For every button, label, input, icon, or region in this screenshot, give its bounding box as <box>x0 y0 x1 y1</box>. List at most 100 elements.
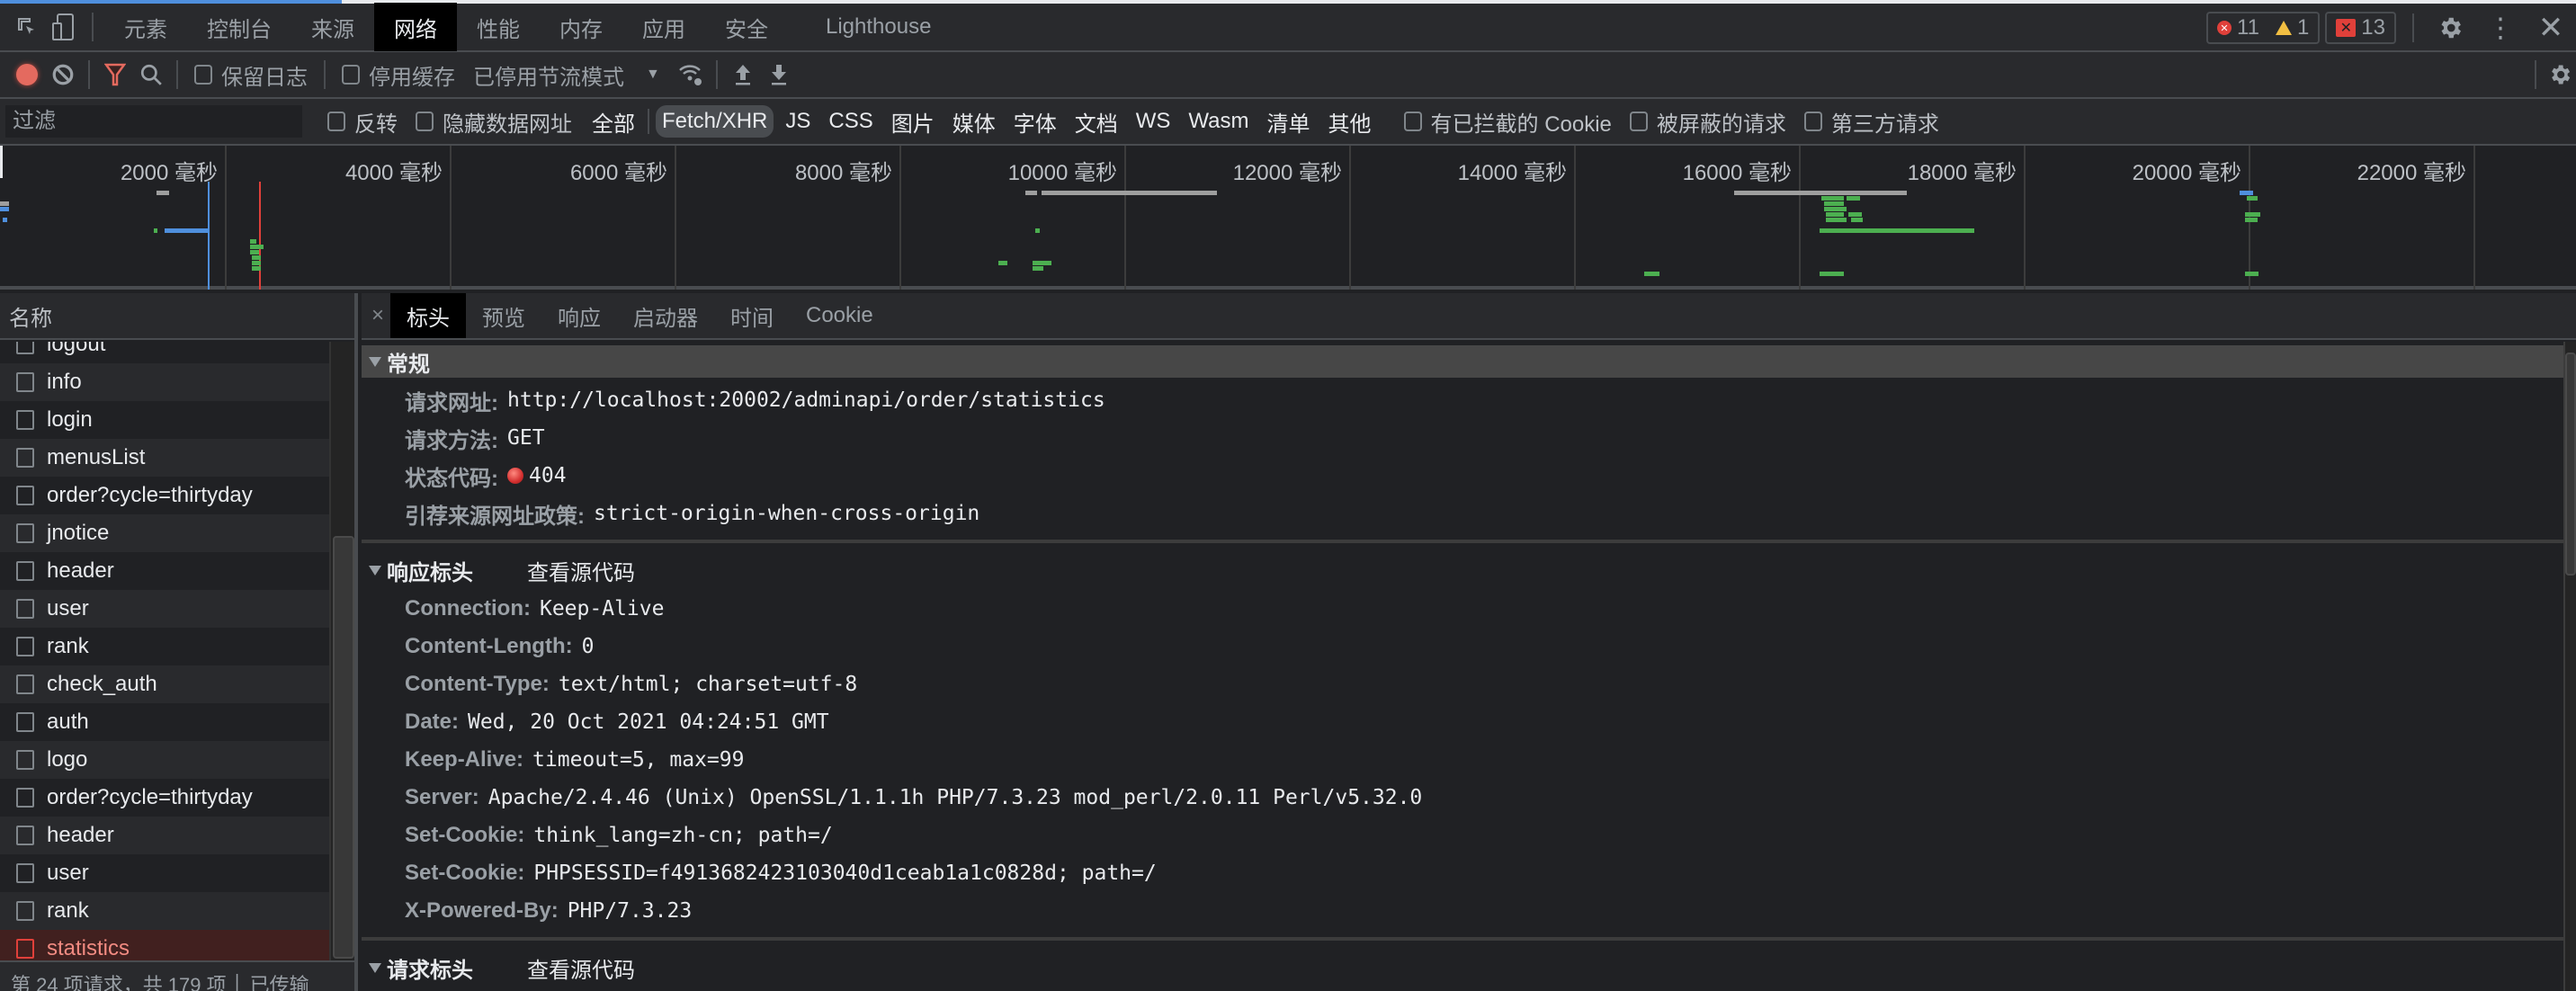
checkbox-box[interactable] <box>194 65 212 85</box>
checkbox-box[interactable] <box>1803 112 1822 131</box>
blocked-cookies-checkbox[interactable]: 有已拦截的 Cookie <box>1403 106 1612 138</box>
network-conditions-button[interactable] <box>673 52 709 97</box>
request-row[interactable]: logout <box>0 342 329 363</box>
timeline-gridline <box>675 146 676 290</box>
type-filter-4[interactable]: 图片 <box>885 103 941 141</box>
details-tab-4[interactable]: 时间 <box>714 293 790 338</box>
details-scrollbar[interactable] <box>2563 342 2576 991</box>
type-filter-8[interactable]: WS <box>1130 105 1177 138</box>
disable-cache-checkbox[interactable]: 停用缓存 <box>342 59 455 91</box>
divider <box>2535 60 2536 89</box>
name-column-header[interactable]: 名称 <box>0 293 354 340</box>
tab-8[interactable]: Lighthouse <box>806 3 951 51</box>
type-filter-2[interactable]: JS <box>779 105 817 138</box>
clear-button[interactable] <box>45 52 81 97</box>
console-errors-warnings-badge[interactable]: ✕ 11 1 <box>2206 12 2321 44</box>
inspect-element-icon[interactable] <box>9 3 45 51</box>
upload-icon <box>735 65 750 85</box>
request-list-scrollbar[interactable] <box>329 342 354 960</box>
request-name: user <box>47 861 89 885</box>
waterfall-bar <box>2 218 7 222</box>
errors-count: 11 <box>2237 15 2259 40</box>
import-har-button[interactable] <box>725 52 761 97</box>
response-header-row: Keep-Alive: timeout=5, max=99 <box>362 741 2563 779</box>
device-toolbar-icon[interactable] <box>45 3 81 51</box>
divider <box>92 13 94 41</box>
request-view-source-link[interactable]: 查看源代码 <box>527 952 635 984</box>
settings-gear-icon[interactable] <box>2425 4 2475 52</box>
scrollbar-thumb[interactable] <box>333 536 354 959</box>
details-tab-2[interactable]: 响应 <box>541 293 617 338</box>
tab-1[interactable]: 控制台 <box>187 3 291 51</box>
close-devtools-icon[interactable]: ✕ <box>2526 4 2576 52</box>
throttling-select[interactable]: 已停用节流模式 <box>473 59 624 91</box>
details-tab-1[interactable]: 预览 <box>466 293 541 338</box>
type-filter-7[interactable]: 文档 <box>1069 103 1124 141</box>
divider <box>648 109 649 134</box>
tab-3[interactable]: 网络 <box>374 3 457 51</box>
tab-0[interactable]: 元素 <box>104 3 187 51</box>
devtools-tab-bar: 元素 控制台 来源 网络 性能 内存 应用 安全 Lighthouse ✕ 11 1 ✕ 13 … <box>0 3 2576 52</box>
checkbox-box[interactable] <box>1403 112 1422 131</box>
record-button[interactable] <box>9 52 45 97</box>
search-button[interactable] <box>133 52 169 97</box>
checkbox-box[interactable] <box>416 112 434 131</box>
response-view-source-link[interactable]: 查看源代码 <box>527 555 635 586</box>
checkbox-box[interactable] <box>327 112 345 131</box>
tab-4[interactable]: 性能 <box>457 3 540 51</box>
response-headers-section-header[interactable]: 响应标头 查看源代码 <box>362 550 2563 590</box>
request-row[interactable]: header <box>0 817 329 854</box>
type-filter-1[interactable]: Fetch/XHR <box>656 105 774 138</box>
request-row[interactable]: rank <box>0 628 329 665</box>
type-filter-11[interactable]: 其他 <box>1322 103 1378 141</box>
general-section-header[interactable]: 常规 <box>362 345 2563 378</box>
request-row[interactable]: user <box>0 854 329 892</box>
request-row[interactable]: logo <box>0 741 329 779</box>
request-row[interactable]: order?cycle=thirtyday <box>0 779 329 817</box>
issues-badge[interactable]: ✕ 13 <box>2325 12 2396 44</box>
close-details-icon[interactable]: × <box>365 303 390 328</box>
tab-6[interactable]: 应用 <box>622 3 705 51</box>
overview-selection-handle[interactable] <box>0 146 3 178</box>
network-overview-timeline[interactable]: 2000 毫秒 4000 毫秒 6000 毫秒 8000 毫秒 10000 毫秒 1200… <box>0 146 2576 290</box>
details-tab-5[interactable]: Cookie <box>790 293 890 338</box>
tab-7[interactable]: 安全 <box>705 3 788 51</box>
invert-checkbox[interactable]: 反转 <box>327 106 398 138</box>
request-row[interactable]: jnotice <box>0 514 329 552</box>
more-options-icon[interactable]: ⋮ <box>2475 4 2526 52</box>
type-filter-0[interactable]: 全部 <box>586 103 641 141</box>
type-filter-6[interactable]: 字体 <box>1007 103 1063 141</box>
request-row[interactable]: info <box>0 363 329 401</box>
request-row[interactable]: login <box>0 401 329 439</box>
filter-toggle-button[interactable] <box>97 52 133 97</box>
type-filter-5[interactable]: 媒体 <box>946 103 1002 141</box>
request-row[interactable]: order?cycle=thirtyday <box>0 477 329 514</box>
request-row[interactable]: statistics <box>0 930 329 960</box>
filter-input[interactable] <box>5 105 302 138</box>
blocked-requests-checkbox[interactable]: 被屏蔽的请求 <box>1629 106 1786 138</box>
request-row[interactable]: auth <box>0 703 329 741</box>
checkbox-box[interactable] <box>342 65 360 85</box>
request-row[interactable]: menusList <box>0 439 329 477</box>
third-party-checkbox[interactable]: 第三方请求 <box>1803 106 1939 138</box>
scrollbar-thumb[interactable] <box>2565 353 2576 576</box>
type-filter-3[interactable]: CSS <box>822 105 879 138</box>
tab-5[interactable]: 内存 <box>540 3 622 51</box>
request-headers-section-header[interactable]: 请求标头 查看源代码 <box>362 948 2563 987</box>
network-settings-gear-icon[interactable] <box>2544 50 2576 99</box>
waterfall-bar <box>252 266 261 271</box>
tab-2[interactable]: 来源 <box>291 3 374 51</box>
export-har-button[interactable] <box>761 52 797 97</box>
details-tab-0[interactable]: 标头 <box>390 293 466 338</box>
request-row[interactable]: user <box>0 590 329 628</box>
request-row[interactable]: rank <box>0 892 329 930</box>
request-row[interactable]: check_auth <box>0 665 329 703</box>
chevron-down-icon[interactable]: ▼ <box>646 67 660 83</box>
request-row[interactable]: header <box>0 552 329 590</box>
hide-data-urls-checkbox[interactable]: 隐藏数据网址 <box>416 106 572 138</box>
type-filter-10[interactable]: 清单 <box>1261 103 1317 141</box>
type-filter-9[interactable]: Wasm <box>1182 105 1255 138</box>
details-tab-3[interactable]: 启动器 <box>617 293 714 338</box>
checkbox-box[interactable] <box>1629 112 1648 131</box>
preserve-log-checkbox[interactable]: 保留日志 <box>194 59 308 91</box>
